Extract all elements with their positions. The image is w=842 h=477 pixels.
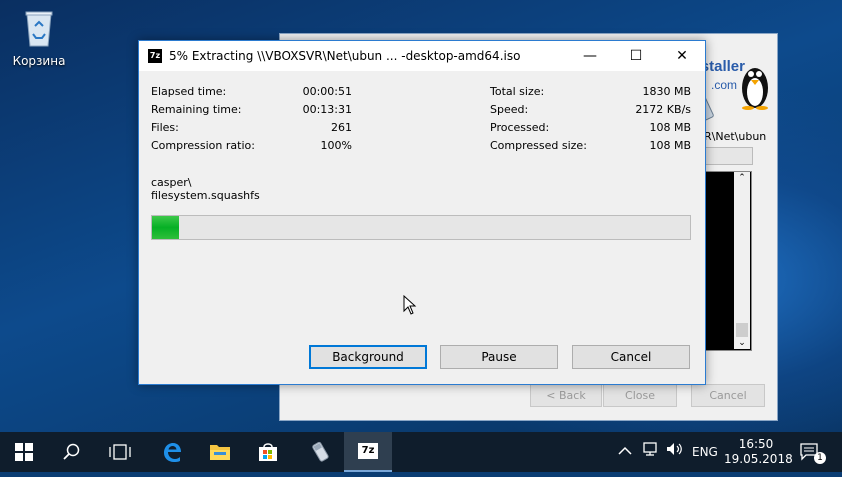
compressed-size-value: 108 MB [649,139,691,152]
sevenzip-taskbar-icon: 7z [358,443,378,459]
installer-back-button[interactable]: < Back [530,384,602,407]
recycle-bin-icon [23,8,55,48]
maximize-button[interactable]: ☐ [613,41,659,71]
start-button[interactable] [0,432,48,472]
total-size-label: Total size: [490,85,545,98]
mouse-cursor-icon [403,295,417,315]
installer-close-button[interactable]: Close [603,384,677,407]
action-center-button[interactable]: 1 [800,432,830,472]
dialog-title: 5% Extracting \\VBOXSVR\Net\ubun ... -de… [169,49,521,63]
current-path-line2: filesystem.squashfs [151,189,260,202]
maximize-icon: ☐ [629,48,643,64]
scroll-thumb[interactable] [736,323,748,337]
close-icon: ✕ [676,48,688,64]
network-button[interactable] [642,432,660,472]
windows-logo-icon [15,443,33,461]
extraction-dialog: 7z 5% Extracting \\VBOXSVR\Net\ubun ... … [138,40,706,385]
installer-console-scrollbar[interactable]: ⌃ ⌄ [734,172,750,349]
taskbar: 7z ENG 16:50 19.05.2018 1 [0,432,842,472]
usb-drive-icon [312,441,329,462]
show-hidden-icons-button[interactable] [618,432,632,472]
minimize-button[interactable]: — [567,41,613,71]
clock-date: 19.05.2018 [724,452,793,466]
pause-button[interactable]: Pause [440,345,558,369]
taskbar-file-explorer[interactable] [196,432,244,472]
speed-label: Speed: [490,103,529,116]
search-icon [63,443,80,460]
scroll-up-icon[interactable]: ⌃ [734,172,750,184]
clock[interactable]: 16:50 19.05.2018 [724,437,793,467]
logo-text-2: .com [710,78,737,92]
speaker-icon [667,443,682,455]
edge-browser-icon [164,443,181,462]
network-icon [643,442,657,456]
current-path-line1: casper\ [151,176,192,189]
elapsed-time-value: 00:00:51 [302,85,352,98]
task-view-button[interactable] [96,432,144,472]
taskbar-7zip[interactable]: 7z [344,432,392,472]
files-label: Files: [151,121,179,134]
extraction-progress-bar [151,215,691,240]
installer-field [704,147,753,165]
taskbar-usb-installer[interactable] [296,432,344,472]
close-button[interactable]: ✕ [659,41,705,71]
background-button[interactable]: Background [309,345,427,369]
elapsed-time-label: Elapsed time: [151,85,227,98]
remaining-time-label: Remaining time: [151,103,242,116]
speed-value: 2172 KB/s [635,103,691,116]
sevenzip-app-icon: 7z [148,49,162,63]
language-indicator[interactable]: ENG [692,432,718,472]
installer-path-text: R\Net\ubun [704,130,767,143]
taskbar-edge[interactable] [148,432,196,472]
notification-count-badge: 1 [814,452,826,464]
search-button[interactable] [48,432,96,472]
recycle-bin[interactable]: Корзина [10,8,68,68]
cancel-button[interactable]: Cancel [572,345,690,369]
extraction-progress-fill [152,216,179,239]
dialog-titlebar[interactable]: 7z 5% Extracting \\VBOXSVR\Net\ubun ... … [139,41,705,71]
remaining-time-value: 00:13:31 [302,103,352,116]
recycle-bin-label: Корзина [12,54,66,68]
minimize-icon: — [583,48,597,64]
chevron-up-icon [618,446,632,455]
penguin-icon [742,68,768,110]
processed-label: Processed: [490,121,550,134]
volume-button[interactable] [666,432,684,472]
taskbar-store[interactable] [244,432,292,472]
folder-icon [210,445,230,460]
total-size-value: 1830 MB [642,85,691,98]
desktop: Корзина staller .com R\Net\ubun ⌃ ⌄ < Ba… [0,0,842,432]
task-view-icon [109,444,131,460]
compression-ratio-value: 100% [320,139,352,152]
files-value: 261 [331,121,352,134]
scroll-down-icon[interactable]: ⌄ [734,337,750,349]
installer-cancel-button[interactable]: Cancel [691,384,765,407]
processed-value: 108 MB [649,121,691,134]
compression-ratio-label: Compression ratio: [151,139,255,152]
compressed-size-label: Compressed size: [490,139,587,152]
clock-time: 16:50 [738,437,774,451]
store-icon [259,443,277,461]
